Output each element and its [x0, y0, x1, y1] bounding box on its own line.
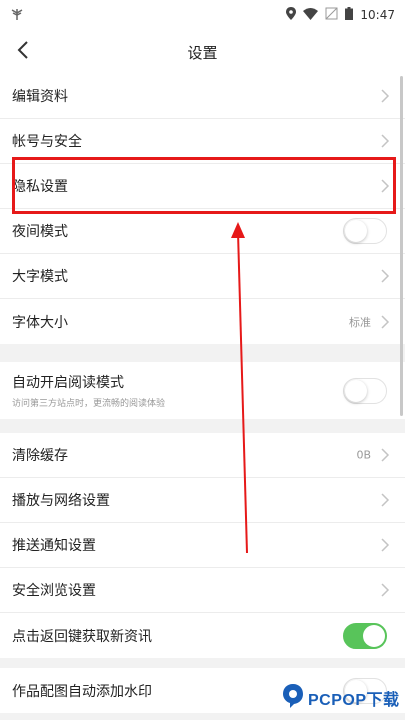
row-label: 推送通知设置: [12, 538, 96, 554]
chevron-right-icon: [379, 89, 391, 103]
toggle-knob: [345, 220, 367, 242]
row-playback-network[interactable]: 播放与网络设置: [0, 478, 405, 523]
row-font-size[interactable]: 字体大小 标准: [0, 299, 405, 344]
no-signal-icon: [325, 7, 338, 23]
scrollbar[interactable]: [400, 76, 403, 416]
row-night-mode: 夜间模式: [0, 209, 405, 254]
chevron-right-icon: [379, 583, 391, 597]
row-label: 字体大小: [12, 314, 68, 331]
row-label: 夜间模式: [12, 224, 68, 240]
wifi-icon: [303, 7, 319, 23]
toggle-knob: [363, 624, 385, 647]
row-edit-profile[interactable]: 编辑资料: [0, 74, 405, 119]
settings-group-reading: 自动开启阅读模式 访问第三方站点时，更流畅的阅读体验: [0, 362, 405, 419]
row-label: 编辑资料: [12, 89, 68, 105]
row-large-text-mode[interactable]: 大字模式: [0, 254, 405, 299]
watermark-text: PCPOP下载: [308, 692, 400, 709]
battery-icon: [345, 7, 354, 23]
status-time: 10:47: [360, 8, 395, 22]
pcpop-logo-icon: [282, 683, 304, 713]
night-mode-toggle[interactable]: [343, 218, 387, 244]
chevron-right-icon: [379, 493, 391, 507]
cache-size-value: 0B: [356, 448, 371, 462]
row-label: 大字模式: [12, 269, 68, 285]
row-label: 帐号与安全: [12, 134, 82, 150]
chevron-right-icon: [379, 448, 391, 462]
auto-reading-toggle[interactable]: [343, 377, 387, 404]
chevron-right-icon: [379, 538, 391, 552]
row-subtitle: 访问第三方站点时，更流畅的阅读体验: [12, 399, 166, 409]
toggle-knob: [345, 379, 367, 402]
row-label: 自动开启阅读模式: [12, 375, 124, 391]
row-label: 点击返回键获取新资讯: [12, 628, 152, 645]
chevron-left-icon: [17, 40, 29, 64]
row-label: 安全浏览设置: [12, 583, 96, 599]
back-button[interactable]: [10, 38, 36, 66]
pcpop-watermark: PCPOP下载: [282, 683, 400, 713]
back-key-refresh-toggle[interactable]: [343, 622, 387, 649]
row-auto-reading-mode: 自动开启阅读模式 访问第三方站点时，更流畅的阅读体验: [0, 362, 405, 419]
row-push-notifications[interactable]: 推送通知设置: [0, 523, 405, 568]
row-clear-cache[interactable]: 清除缓存 0B: [0, 433, 405, 478]
location-icon: [286, 7, 297, 23]
app-notification-icon: [10, 7, 24, 24]
chevron-right-icon: [379, 269, 391, 283]
page-title: 设置: [187, 43, 218, 62]
row-label: 清除缓存: [12, 448, 68, 464]
row-safe-browsing[interactable]: 安全浏览设置: [0, 568, 405, 613]
settings-group-misc: 清除缓存 0B 播放与网络设置 推送通知设置 安全浏览设置 点击返回键获取新资讯: [0, 433, 405, 658]
chevron-right-icon: [379, 134, 391, 148]
row-back-key-refresh: 点击返回键获取新资讯: [0, 613, 405, 658]
highlight-box: [12, 157, 396, 214]
row-label: 播放与网络设置: [12, 493, 110, 509]
chevron-right-icon: [379, 314, 391, 329]
font-size-value: 标准: [349, 315, 371, 329]
status-bar: 10:47: [0, 0, 405, 30]
nav-bar: 设置: [0, 30, 405, 74]
